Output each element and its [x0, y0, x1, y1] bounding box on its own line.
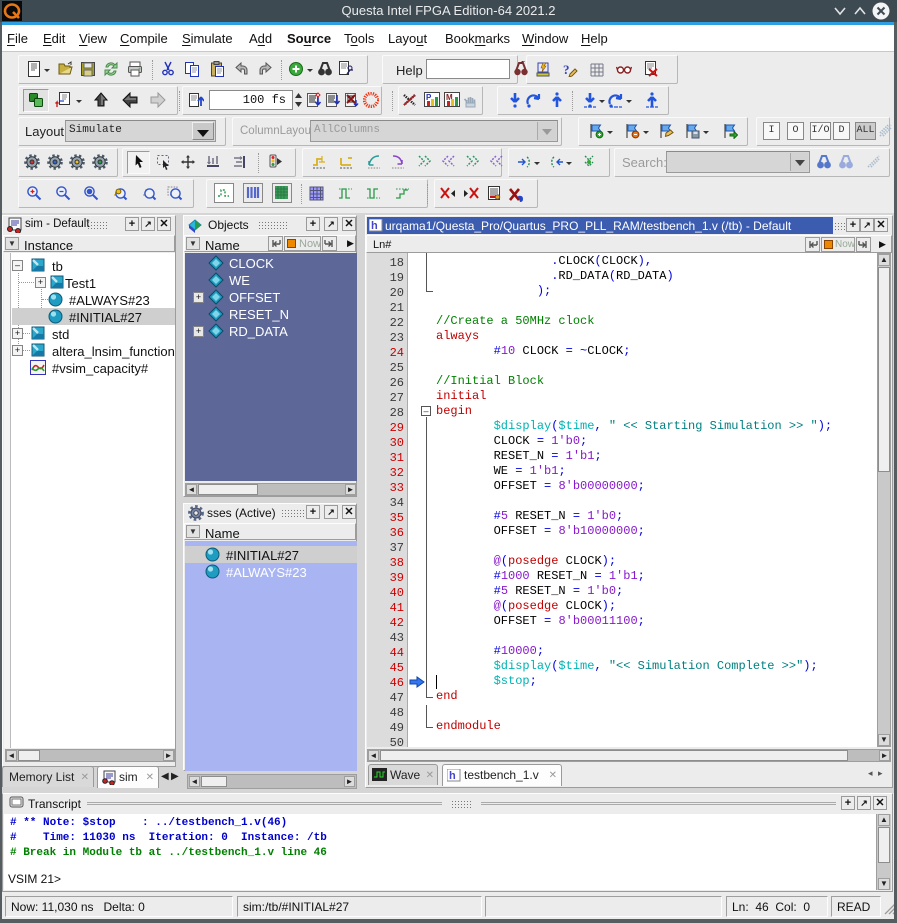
svg-text:?: ?: [563, 62, 570, 77]
svg-text:h: h: [449, 770, 456, 782]
svg-text:h: h: [371, 220, 378, 232]
